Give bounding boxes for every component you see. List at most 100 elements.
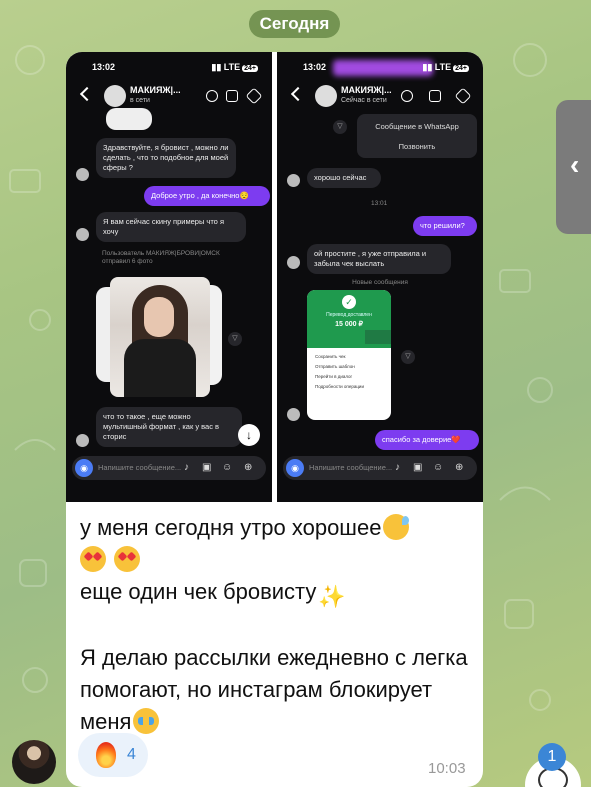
reaction-chip[interactable]: 4	[78, 733, 148, 777]
sticker-icon: ☺	[433, 462, 444, 473]
call-option: Позвонить	[398, 142, 436, 151]
avatar	[76, 434, 89, 447]
blurred-region	[333, 60, 433, 76]
incoming-message: ой простите , я уже отправила и забыла ч…	[307, 244, 451, 274]
video-icon	[226, 90, 238, 102]
message-input: ◉ Напишите сообщение... ♪ ▣ ☺ ⊕	[72, 456, 266, 480]
network-label: LTE	[223, 62, 241, 72]
scroll-down-icon: ↓	[238, 424, 260, 446]
side-panel-handle[interactable]: ‹	[556, 100, 591, 234]
right-screenshot: 13:02 ▮▮ LTE 24+ МАКИЯЖ|... Сейчас в сети…	[277, 52, 483, 502]
message-time: 10:03	[428, 760, 466, 777]
caption-line: у меня сегодня утро хорошее	[80, 515, 382, 540]
avatar	[287, 174, 300, 187]
photo-stack	[96, 277, 226, 397]
check-icon: ✓	[342, 295, 356, 309]
phone-icon	[206, 90, 218, 102]
contact-avatar	[315, 85, 337, 107]
message-input: ◉ Напишите сообщение... ♪ ▣ ☺ ⊕	[283, 456, 477, 480]
left-screenshot: 13:02 ▮▮ LTE 24+ МАКИЯЖ|... в сети Здравс…	[66, 52, 272, 502]
contact-status: Сейчас в сети	[341, 97, 387, 104]
avatar	[76, 168, 89, 181]
plus-icon: ⊕	[455, 462, 464, 473]
input-placeholder: Напишите сообщение...	[98, 463, 182, 472]
unread-badge: 1	[538, 743, 566, 771]
outgoing-message: что решили?	[413, 216, 477, 236]
mic-icon: ♪	[184, 462, 189, 473]
incoming-message: что то такое , еще можно мультишный форм…	[96, 407, 242, 447]
contact-avatar	[104, 85, 126, 107]
chat-header: МАКИЯЖ|... Сейчас в сети	[277, 80, 483, 114]
portrait-photo	[110, 277, 210, 397]
network-label: LTE	[434, 62, 452, 72]
shared-image	[106, 108, 152, 130]
status-bar: 13:02 ▮▮ LTE 24+	[66, 62, 272, 76]
camera-icon: ◉	[75, 459, 93, 477]
receipt-item: Перейти в диалог	[315, 374, 353, 379]
contact-name: МАКИЯЖ|...	[130, 85, 181, 95]
contact-status: в сети	[130, 97, 150, 104]
reaction-count: 4	[127, 746, 136, 763]
chat-header: МАКИЯЖ|... в сети	[66, 80, 272, 114]
sender-avatar[interactable]	[12, 740, 56, 784]
screenshot-photo[interactable]: 13:02 ▮▮ LTE 24+ МАКИЯЖ|... в сети Здравс…	[66, 52, 483, 502]
receipt-sum: 15 000 ₽	[335, 321, 363, 328]
incoming-message: Я вам сейчас скину примеры что я хочу	[96, 212, 246, 242]
status-time: 13:02	[92, 62, 116, 72]
forward-icon: ▽	[333, 120, 347, 134]
receipt-item: Отправить шаблон	[315, 364, 355, 369]
sticker-icon: ☺	[222, 462, 233, 473]
system-note: Пользователь МАКИЯЖ|БРОВИ|ОМСК отправил …	[102, 250, 220, 265]
receipt-image: ✓ Перевод доставлен 15 000 ₽ Сохранить ч…	[307, 290, 391, 420]
status-indicators: ▮▮ LTE 24+	[211, 62, 258, 72]
contact-popup: Сообщение в WhatsApp Позвонить	[357, 114, 477, 158]
receipt-label: Перевод доставлен	[326, 312, 372, 318]
forward-icon: ▽	[228, 332, 242, 346]
outgoing-message: спасибо за доверие❤️	[375, 430, 479, 450]
whatsapp-option: Сообщение в WhatsApp	[375, 122, 459, 131]
outgoing-message: Доброе утро , да конечно😌	[144, 186, 270, 206]
forward-icon: ▽	[401, 350, 415, 364]
video-icon	[429, 90, 441, 102]
tag-icon	[245, 87, 263, 105]
photo-face	[144, 297, 174, 337]
message-bubble[interactable]: 13:02 ▮▮ LTE 24+ МАКИЯЖ|... в сети Здравс…	[66, 52, 483, 787]
camera-icon: ◉	[286, 459, 304, 477]
contact-name: МАКИЯЖ|...	[341, 85, 392, 95]
back-icon	[79, 86, 95, 102]
plus-icon: ⊕	[244, 462, 253, 473]
avatar	[287, 256, 300, 269]
receipt-item: Подробности операции	[315, 384, 364, 389]
new-messages-divider: Новые сообщения	[352, 279, 408, 286]
chevron-left-icon: ‹	[570, 149, 580, 180]
status-bar: 13:02 ▮▮ LTE 24+	[277, 60, 483, 76]
fire-icon	[96, 742, 116, 768]
crying-emoji-icon	[133, 708, 160, 734]
date-pill: Сегодня	[249, 10, 340, 38]
mic-icon: ♪	[395, 462, 400, 473]
avatar	[76, 228, 89, 241]
gallery-icon: ▣	[413, 462, 423, 473]
heart-eyes-emoji-icon	[80, 546, 106, 572]
status-indicators: ▮▮ LTE 24+	[422, 62, 469, 72]
battery-label: 24+	[242, 65, 258, 72]
grinning-sweat-emoji-icon	[383, 514, 410, 540]
time-separator: 13:01	[371, 200, 388, 207]
tag-icon	[454, 87, 472, 105]
sparkles-emoji-icon: ✨	[318, 584, 346, 609]
message-text: у меня сегодня утро хорошее еще один чек…	[80, 512, 475, 738]
avatar	[287, 408, 300, 421]
battery-label: 24+	[453, 65, 469, 72]
input-placeholder: Напишите сообщение...	[309, 463, 393, 472]
back-icon	[290, 86, 306, 102]
caption-line: еще один чек бровисту	[80, 579, 317, 604]
blurred-region	[365, 330, 391, 344]
incoming-message: Здравствуйте, я бровист , можно ли сдела…	[96, 138, 236, 178]
incoming-message: хорошо сейчас	[307, 168, 381, 188]
receipt-item: Сохранить чек	[315, 354, 346, 359]
status-time: 13:02	[303, 62, 327, 72]
phone-icon	[401, 90, 413, 102]
gallery-icon: ▣	[202, 462, 212, 473]
photo-body	[124, 339, 196, 397]
